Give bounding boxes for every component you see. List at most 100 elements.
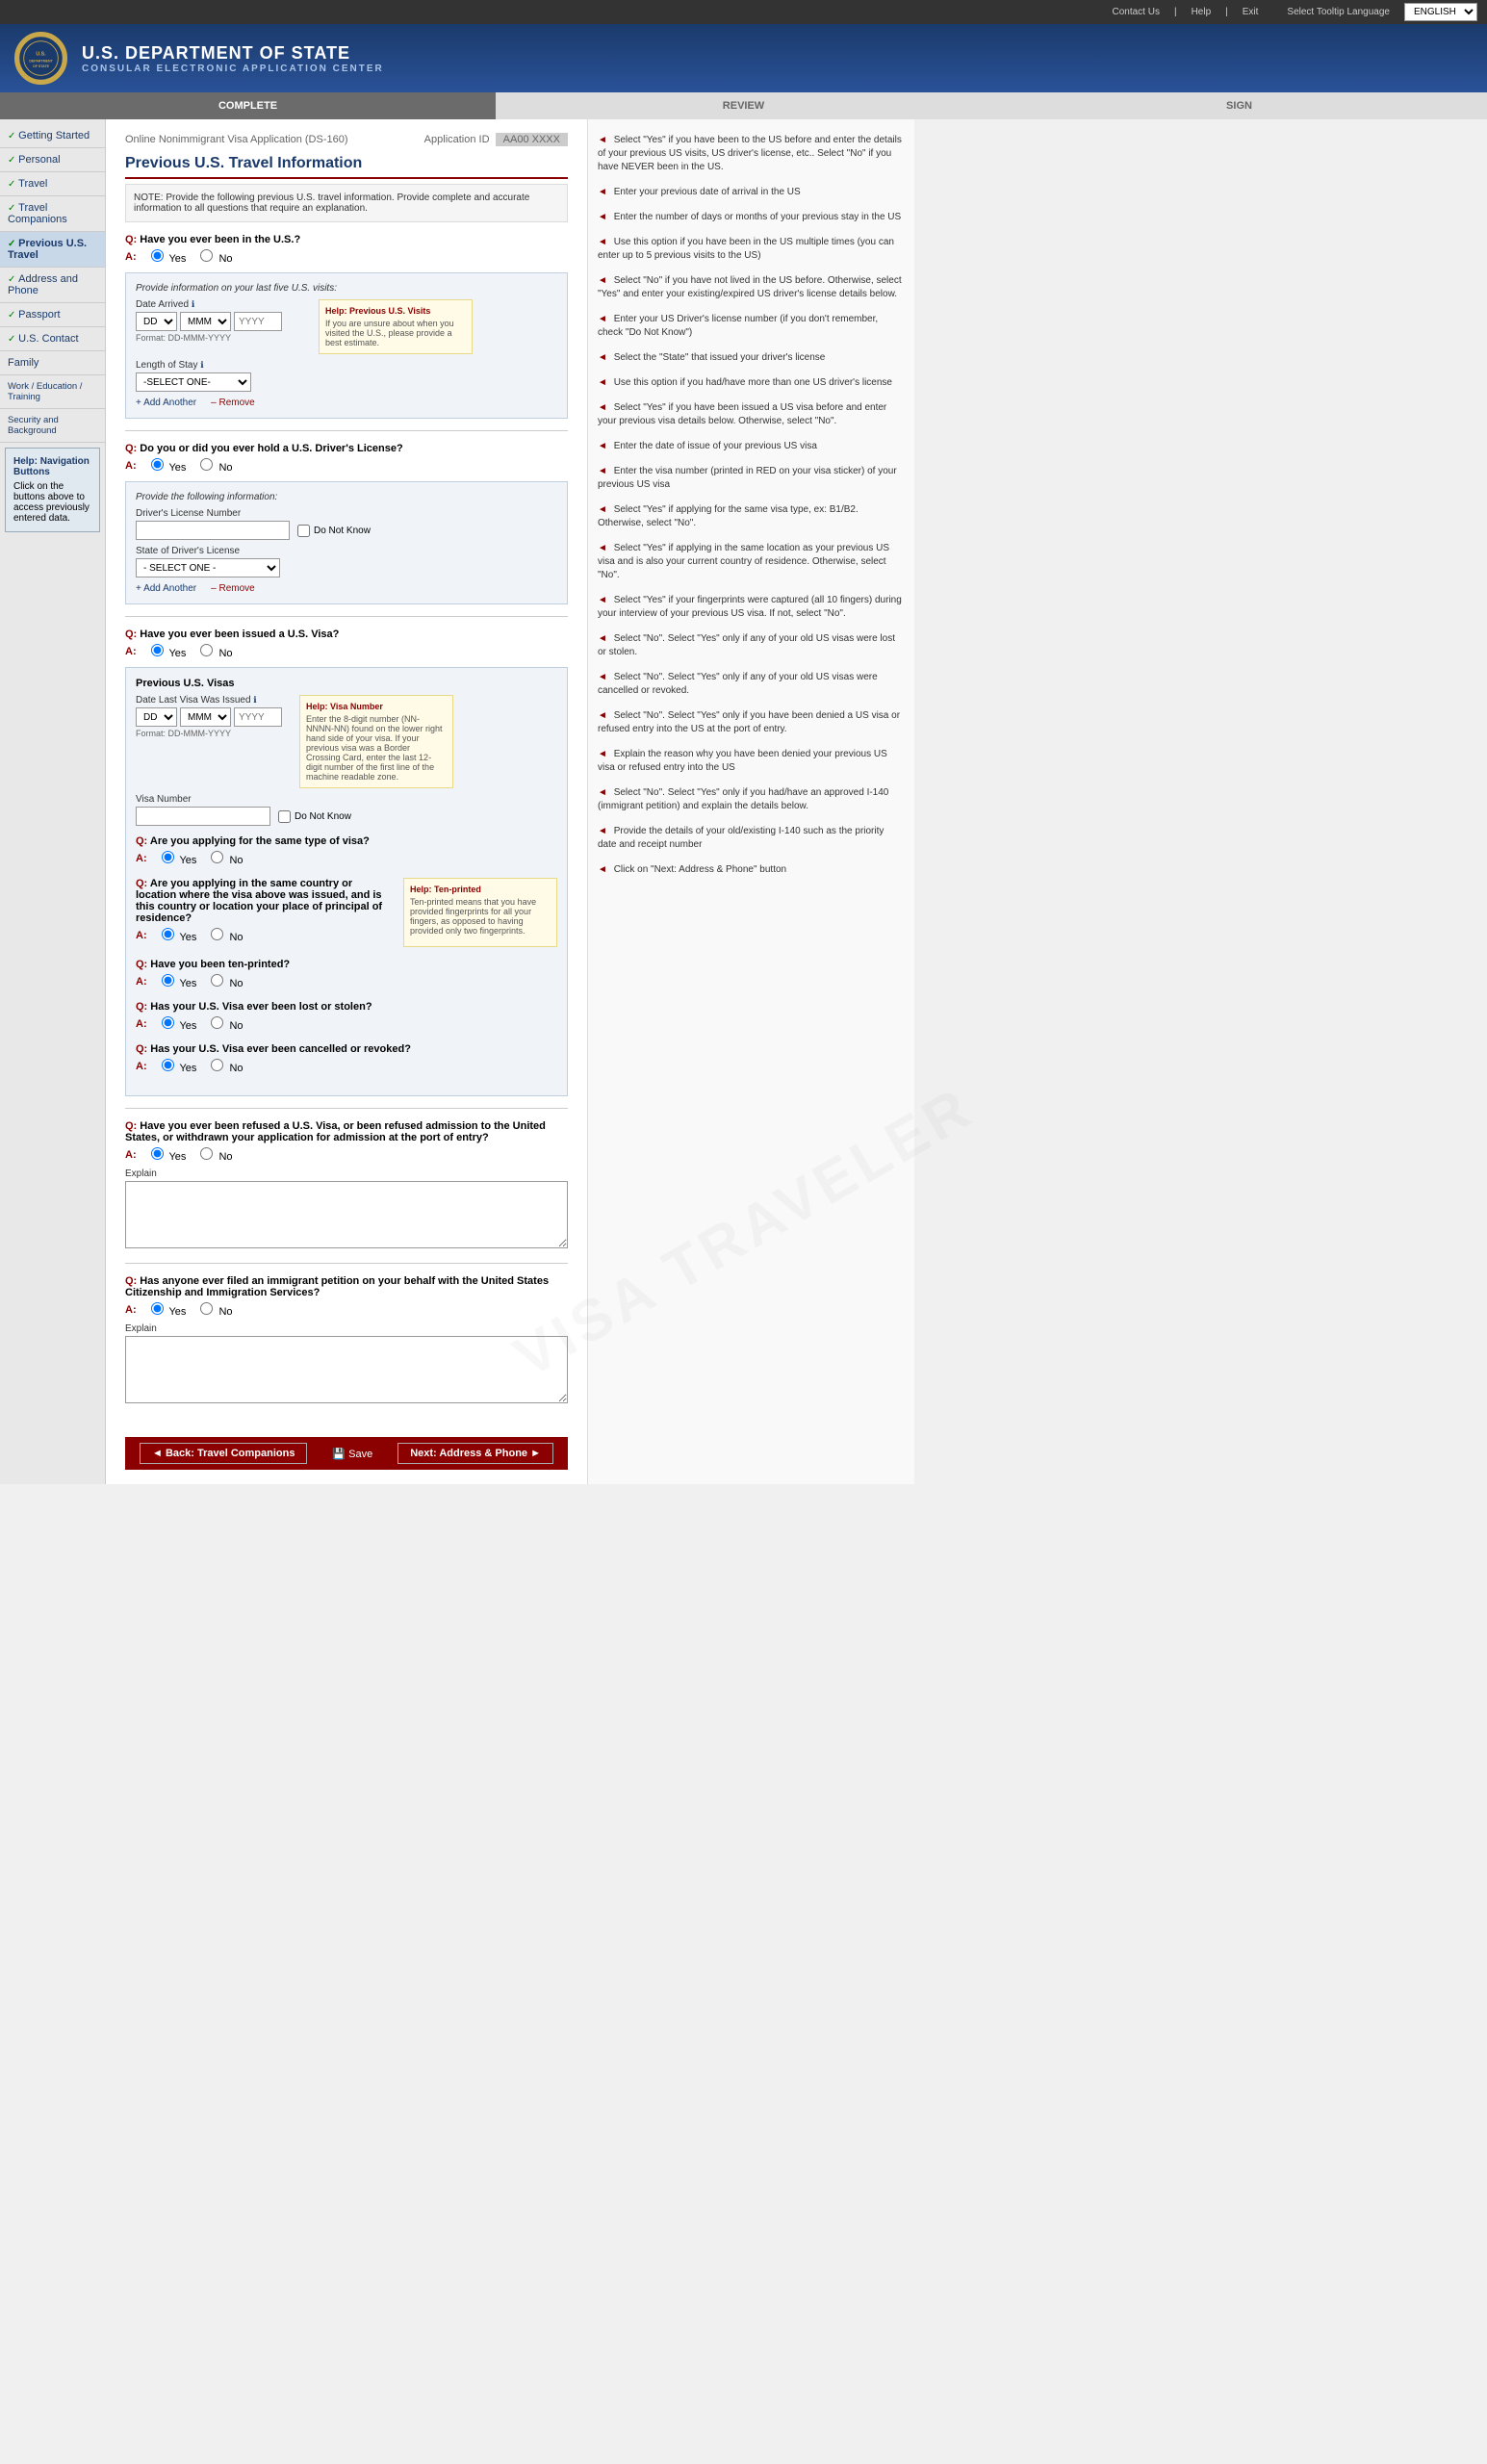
sidebar-item-work-education[interactable]: Work / Education / Training <box>0 375 105 409</box>
q1-yes-radio[interactable] <box>151 249 164 262</box>
svg-text:DEPARTMENT: DEPARTMENT <box>29 60 53 64</box>
license-number-label: Driver's License Number <box>136 508 557 519</box>
sidebar-item-passport[interactable]: Passport <box>0 303 105 327</box>
q1-no-radio[interactable] <box>200 249 213 262</box>
main-content: Online Nonimmigrant Visa Application (DS… <box>106 119 587 1484</box>
sidebar-item-travel-companions[interactable]: Travel Companions <box>0 196 105 232</box>
question-5: Q: Has anyone ever filed an immigrant pe… <box>125 1275 568 1406</box>
q5-no-radio[interactable] <box>200 1302 213 1315</box>
q2-answer-row: A: Yes No <box>125 458 568 474</box>
length-stay-info[interactable]: ℹ <box>200 360 203 370</box>
q2-add-another[interactable]: Add Another <box>136 583 196 594</box>
q1-date-row: Date Arrived ℹ DD MMM <box>136 299 557 354</box>
license-do-not-know-checkbox[interactable] <box>297 525 310 537</box>
q3-answer-row: A: Yes No <box>125 644 568 659</box>
site-title: U.S. Department of State <box>82 43 1473 64</box>
q5-explain-textarea[interactable] <box>125 1336 568 1403</box>
progress-complete[interactable]: COMPLETE <box>0 92 496 119</box>
sidebar-item-family[interactable]: Family <box>0 351 105 375</box>
q3-yes-label[interactable]: Yes <box>151 644 187 659</box>
q3d-yes-radio[interactable] <box>162 1016 174 1029</box>
q2-no-label[interactable]: No <box>200 458 232 474</box>
divider-1 <box>125 430 568 431</box>
progress-sign[interactable]: SIGN <box>991 92 1487 119</box>
sidebar-item-address-phone[interactable]: Address and Phone <box>0 268 105 303</box>
sidebar-item-getting-started[interactable]: Getting Started <box>0 124 105 148</box>
q3a-yes-radio[interactable] <box>162 851 174 863</box>
visa-date-info[interactable]: ℹ <box>253 695 256 705</box>
visa-year-input[interactable] <box>234 707 282 727</box>
progress-review[interactable]: REVIEW <box>496 92 991 119</box>
annotation-4: ◄ Use this option if you have been in th… <box>598 236 905 263</box>
q3-no-radio[interactable] <box>200 644 213 656</box>
annotation-8: ◄ Use this option if you had/have more t… <box>598 376 905 390</box>
q1-no-label[interactable]: No <box>200 249 232 265</box>
annotation-14: ◄ Select "Yes" if your fingerprints were… <box>598 594 905 621</box>
date-year-input[interactable] <box>234 312 282 331</box>
sidebar-item-personal[interactable]: Personal <box>0 148 105 172</box>
contact-us-link[interactable]: Contact Us <box>1112 7 1159 17</box>
help-link[interactable]: Help <box>1192 7 1212 17</box>
q2-remove[interactable]: Remove <box>211 583 255 594</box>
q3c-no-radio[interactable] <box>211 974 223 987</box>
q2-subsection: Provide the following information: Drive… <box>125 481 568 604</box>
q5-yes-radio[interactable] <box>151 1302 164 1315</box>
q3-yes-radio[interactable] <box>151 644 164 656</box>
question-3d: Q: Has your U.S. Visa ever been lost or … <box>136 1001 557 1032</box>
annotation-15: ◄ Select "No". Select "Yes" only if any … <box>598 632 905 659</box>
exit-link[interactable]: Exit <box>1243 7 1259 17</box>
sidebar-item-security[interactable]: Security and Background <box>0 409 105 443</box>
q1-help-box: Help: Previous U.S. Visits If you are un… <box>319 299 473 354</box>
visa-month-select[interactable]: MMM <box>180 707 231 727</box>
q1-answer-row: A: Yes No <box>125 249 568 265</box>
q2-yes-label[interactable]: Yes <box>151 458 187 474</box>
state-license-select[interactable]: - SELECT ONE - <box>136 558 280 578</box>
q3a-no-radio[interactable] <box>211 851 223 863</box>
q5-explain-label: Explain <box>125 1323 568 1334</box>
q3e-yes-radio[interactable] <box>162 1059 174 1071</box>
q1-add-remove: Add Another Remove <box>136 398 557 408</box>
svg-text:U.S.: U.S. <box>36 51 46 57</box>
q3-subsection: Previous U.S. Visas Date Last Visa Was I… <box>125 667 568 1096</box>
question-2: Q: Do you or did you ever hold a U.S. Dr… <box>125 443 568 604</box>
sidebar-item-us-contact[interactable]: U.S. Contact <box>0 327 105 351</box>
date-month-select[interactable]: MMM <box>180 312 231 331</box>
visa-number-input[interactable] <box>136 807 270 826</box>
length-stay-select[interactable]: -SELECT ONE- <box>136 372 251 392</box>
q4-text: Have you ever been refused a U.S. Visa, … <box>125 1120 546 1143</box>
sidebar-item-previous-us-travel[interactable]: Previous U.S. Travel <box>0 232 105 268</box>
license-number-input[interactable] <box>136 521 290 540</box>
q1-remove[interactable]: Remove <box>211 398 255 408</box>
q4-yes-radio[interactable] <box>151 1147 164 1160</box>
visa-day-select[interactable]: DD <box>136 707 177 727</box>
q3b-no-radio[interactable] <box>211 928 223 940</box>
site-subtitle: CONSULAR ELECTRONIC APPLICATION CENTER <box>82 64 1473 74</box>
annotation-5: ◄ Select "No" if you have not lived in t… <box>598 274 905 301</box>
save-button[interactable]: 💾 Save <box>332 1448 372 1460</box>
q1-yes-label[interactable]: Yes <box>151 249 187 265</box>
content-area: Getting Started Personal Travel Travel C… <box>0 119 1487 1484</box>
date-arrived-info[interactable]: ℹ <box>192 299 194 309</box>
next-button[interactable]: Next: Address & Phone ► <box>397 1443 553 1464</box>
q2-yes-radio[interactable] <box>151 458 164 471</box>
visa-number-label: Visa Number <box>136 794 557 805</box>
date-format-text: Format: DD-MMM-YYYY <box>136 333 282 343</box>
q3d-no-radio[interactable] <box>211 1016 223 1029</box>
visa-do-not-know-checkbox[interactable] <box>278 810 291 823</box>
date-day-select[interactable]: DD <box>136 312 177 331</box>
annotation-12: ◄ Select "Yes" if applying for the same … <box>598 503 905 530</box>
q2-no-radio[interactable] <box>200 458 213 471</box>
q1-add-another[interactable]: Add Another <box>136 398 196 408</box>
q3b-yes-radio[interactable] <box>162 928 174 940</box>
q3c-yes-radio[interactable] <box>162 974 174 987</box>
q3e-no-radio[interactable] <box>211 1059 223 1071</box>
back-button[interactable]: ◄ Back: Travel Companions <box>140 1443 307 1464</box>
q3-no-label[interactable]: No <box>200 644 232 659</box>
question-3e: Q: Has your U.S. Visa ever been cancelle… <box>136 1043 557 1074</box>
q4-no-radio[interactable] <box>200 1147 213 1160</box>
q4-explain-textarea[interactable] <box>125 1181 568 1248</box>
q2-text: Do you or did you ever hold a U.S. Drive… <box>140 443 402 454</box>
site-header: U.S. DEPARTMENT OF STATE U.S. Department… <box>0 24 1487 92</box>
language-select[interactable]: ENGLISH <box>1404 3 1477 21</box>
sidebar-item-travel[interactable]: Travel <box>0 172 105 196</box>
